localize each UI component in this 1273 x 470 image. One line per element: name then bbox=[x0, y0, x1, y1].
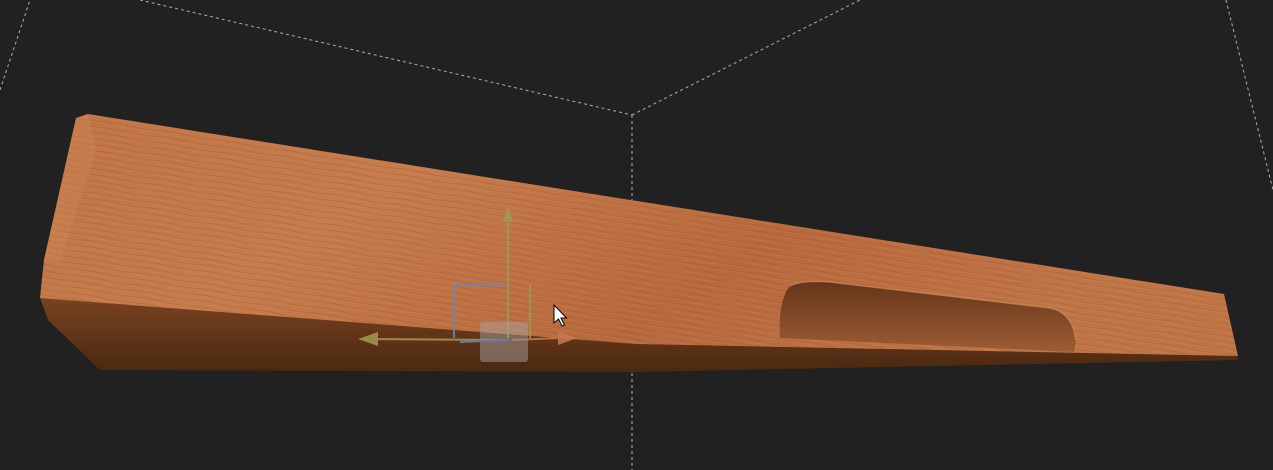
gizmo-center-handle[interactable] bbox=[480, 322, 528, 362]
3d-viewport[interactable] bbox=[0, 0, 1273, 470]
viewport-canvas[interactable] bbox=[0, 0, 1273, 470]
wooden-plank-mesh[interactable] bbox=[40, 114, 1238, 372]
